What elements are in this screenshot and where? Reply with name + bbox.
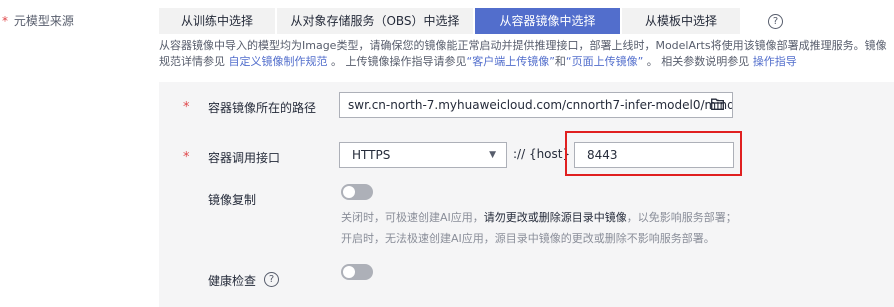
- operation-guide-link[interactable]: 操作指导: [753, 55, 797, 68]
- source-tabs: 从训练中选择 从对象存储服务（OBS）中选择 从容器镜像中选择 从模板中选择: [159, 8, 742, 34]
- description-text: 和: [554, 55, 566, 68]
- image-copy-note-1: 关闭时，可极速创建AI应用，请勿更改或删除源目录中镜像，以免影响服务部署；: [341, 209, 737, 225]
- client-upload-image-link[interactable]: “客户端上传镜像”: [467, 55, 555, 68]
- custom-image-spec-link[interactable]: 自定义镜像制作规范: [229, 55, 328, 68]
- required-mark: *: [183, 100, 190, 115]
- help-icon[interactable]: ?: [768, 14, 783, 29]
- image-path-label: 容器镜像所在的路径: [208, 101, 317, 115]
- toggle-knob: [343, 186, 355, 198]
- description-text: 。 相关参数说明参见: [643, 55, 753, 68]
- page-upload-image-link[interactable]: “页面上传镜像”: [566, 55, 643, 68]
- required-mark: *: [2, 14, 8, 28]
- note-text: 关闭时，可极速创建AI应用，: [341, 211, 484, 224]
- highlight-box: [565, 131, 742, 176]
- description-line-1: 从容器镜像中导入的模型均为Image类型，请确保您的镜像能正常启动并提供推理接口…: [159, 39, 887, 52]
- import-description: 从容器镜像中导入的模型均为Image类型，请确保您的镜像能正常启动并提供推理接口…: [159, 38, 894, 70]
- api-label: 容器调用接口: [208, 151, 281, 165]
- protocol-value: HTTPS: [352, 148, 391, 162]
- required-mark: *: [183, 150, 190, 165]
- description-line-2: 规范详情参见 自定义镜像制作规范 。 上传镜像操作指导请参见“客户端上传镜像”和…: [159, 54, 894, 70]
- protocol-select[interactable]: HTTPS ▼: [339, 142, 507, 168]
- tab-from-container-image[interactable]: 从容器镜像中选择: [475, 8, 620, 34]
- note-emphasis: 请勿更改或删除源目录中镜像: [483, 211, 627, 224]
- model-source-label-text: 元模型来源: [13, 14, 74, 28]
- health-check-toggle[interactable]: [341, 264, 373, 280]
- toggle-knob: [343, 266, 355, 278]
- help-icon[interactable]: ?: [264, 272, 279, 287]
- description-text: 。 上传镜像操作指导请参见: [327, 55, 467, 68]
- image-path-value: swr.cn-north-7.myhuaweicloud.com/cnnorth…: [348, 98, 733, 112]
- chevron-down-icon: ▼: [489, 150, 496, 160]
- tab-from-obs[interactable]: 从对象存储服务（OBS）中选择: [277, 8, 473, 34]
- image-copy-toggle[interactable]: [341, 184, 373, 200]
- image-copy-label: 镜像复制: [208, 193, 257, 207]
- folder-icon[interactable]: [711, 98, 724, 113]
- image-copy-note-2: 开启时，无法极速创建AI应用，源目录中镜像的更改或删除不影响服务部署。: [341, 232, 715, 245]
- model-source-label: * 元模型来源: [2, 12, 74, 29]
- tab-from-template[interactable]: 从模板中选择: [622, 8, 740, 34]
- note-text: ，以免影响服务部署；: [626, 211, 737, 224]
- image-path-input[interactable]: swr.cn-north-7.myhuaweicloud.com/cnnorth…: [339, 92, 733, 118]
- tab-from-training[interactable]: 从训练中选择: [159, 8, 275, 34]
- description-text: 规范详情参见: [159, 55, 229, 68]
- health-check-label: 健康检查: [208, 274, 257, 288]
